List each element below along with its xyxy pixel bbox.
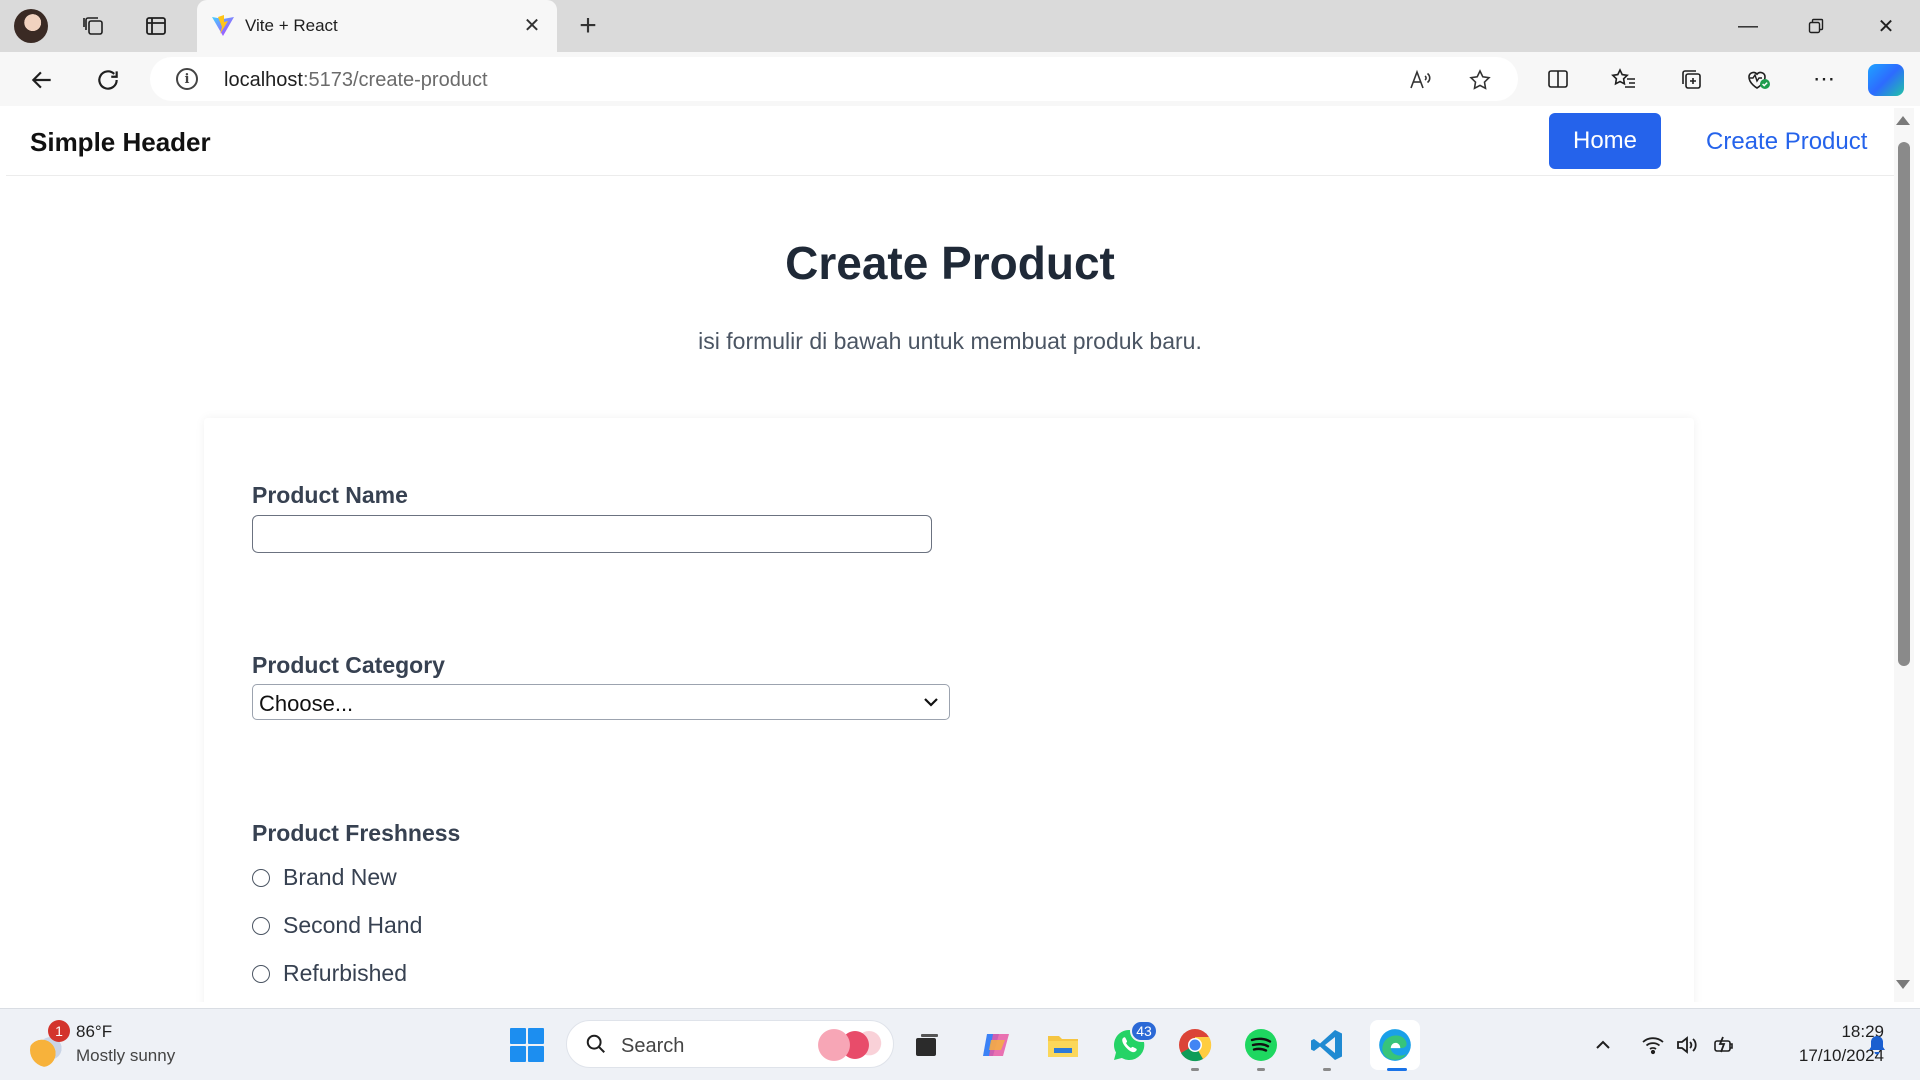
nav-home-button[interactable]: Home [1549, 113, 1661, 169]
taskbar-search[interactable]: Search [566, 1020, 894, 1068]
tab-actions-icon[interactable] [140, 10, 172, 42]
product-name-input[interactable] [252, 515, 932, 553]
product-category-label: Product Category [252, 652, 445, 678]
running-indicator [1257, 1068, 1265, 1071]
workspaces-icon[interactable] [78, 10, 110, 42]
copilot-app-icon[interactable] [975, 1024, 1017, 1066]
profile-avatar[interactable] [14, 9, 48, 43]
search-icon [586, 1034, 605, 1053]
scroll-down-arrow-icon[interactable] [1896, 980, 1910, 989]
page-subtitle: isi formulir di bawah untuk membuat prod… [698, 328, 1202, 354]
weather-temperature[interactable]: 86°F [76, 1022, 112, 1042]
running-indicator [1191, 1068, 1199, 1071]
spotify-icon[interactable] [1240, 1024, 1282, 1066]
more-icon[interactable]: ⋯ [1807, 62, 1841, 96]
chevron-up-icon[interactable] [1590, 1032, 1616, 1058]
plus-icon[interactable]: + [572, 9, 604, 42]
volume-icon[interactable] [1674, 1032, 1700, 1058]
active-indicator [1387, 1068, 1407, 1071]
refresh-icon[interactable] [90, 62, 126, 98]
chrome-icon[interactable] [1174, 1024, 1216, 1066]
vscode-icon[interactable] [1306, 1024, 1348, 1066]
taskbar [0, 1008, 1920, 1080]
restore-icon[interactable] [1796, 8, 1836, 44]
back-icon[interactable] [24, 62, 60, 98]
search-placeholder: Search [621, 1035, 685, 1057]
weather-description[interactable]: Mostly sunny [76, 1046, 175, 1066]
task-view-icon[interactable] [906, 1024, 948, 1066]
vite-logo [212, 15, 234, 36]
star-icon[interactable] [1465, 65, 1495, 95]
page-viewport: Simple Header Home Create Product Create… [6, 108, 1894, 1002]
site-header: Simple Header Home Create Product [6, 108, 1894, 176]
collections-icon[interactable] [1674, 62, 1708, 96]
product-category-select[interactable]: Choose... [252, 684, 950, 720]
browser-essentials-icon[interactable] [1741, 62, 1775, 96]
browser-toolbar: i localhost:5173/create-product ⋯ [0, 52, 1920, 106]
radio-label[interactable]: Brand New [283, 864, 397, 891]
radio-circle[interactable] [252, 965, 270, 983]
url-text[interactable]: localhost:5173/create-product [224, 69, 488, 92]
browser-tab-strip: Vite + React ✕ + — ✕ [0, 0, 1920, 52]
chevron-down-icon [924, 698, 938, 707]
wifi-icon[interactable] [1640, 1032, 1666, 1058]
page-title: Create Product [785, 237, 1115, 289]
search-highlight-icon [813, 1027, 883, 1063]
address-bar[interactable]: i localhost:5173/create-product [150, 57, 1518, 101]
minimize-icon[interactable]: — [1728, 8, 1768, 44]
notification-bell-icon[interactable] [1866, 1034, 1888, 1056]
clock-date[interactable]: 17/10/2024 [1756, 1046, 1884, 1066]
split-screen-icon[interactable] [1541, 62, 1575, 96]
product-freshness-label: Product Freshness [252, 820, 461, 846]
create-product-form: Product Name Product Category Choose... … [204, 418, 1694, 1002]
windows-start-icon[interactable] [510, 1028, 544, 1062]
file-explorer-icon[interactable] [1042, 1024, 1084, 1066]
radio-label[interactable]: Second Hand [283, 912, 422, 939]
weather-badge: 1 [48, 1020, 70, 1042]
edge-icon[interactable] [1370, 1020, 1420, 1070]
nav-create-product-link[interactable]: Create Product [1706, 128, 1867, 156]
copilot-icon[interactable] [1868, 64, 1904, 96]
tab-title: Vite + React [245, 16, 338, 35]
product-category-selected: Choose... [259, 691, 354, 716]
scroll-up-arrow-icon[interactable] [1896, 116, 1910, 125]
radio-label[interactable]: Refurbished [283, 960, 407, 987]
close-icon[interactable]: ✕ [519, 12, 545, 38]
radio-circle[interactable] [252, 869, 270, 887]
radio-circle[interactable] [252, 917, 270, 935]
favorites-icon[interactable] [1607, 62, 1641, 96]
whatsapp-badge: 43 [1130, 1020, 1158, 1042]
tab-vite-react[interactable]: Vite + React ✕ [197, 0, 557, 52]
brand-title[interactable]: Simple Header [30, 127, 211, 158]
running-indicator [1323, 1068, 1331, 1071]
info-icon[interactable]: i [176, 68, 198, 90]
scroll-thumb[interactable] [1898, 142, 1910, 666]
battery-icon[interactable] [1712, 1032, 1738, 1058]
read-aloud-icon[interactable] [1405, 65, 1435, 95]
close-window-icon[interactable]: ✕ [1866, 8, 1906, 44]
product-name-label: Product Name [252, 482, 408, 508]
